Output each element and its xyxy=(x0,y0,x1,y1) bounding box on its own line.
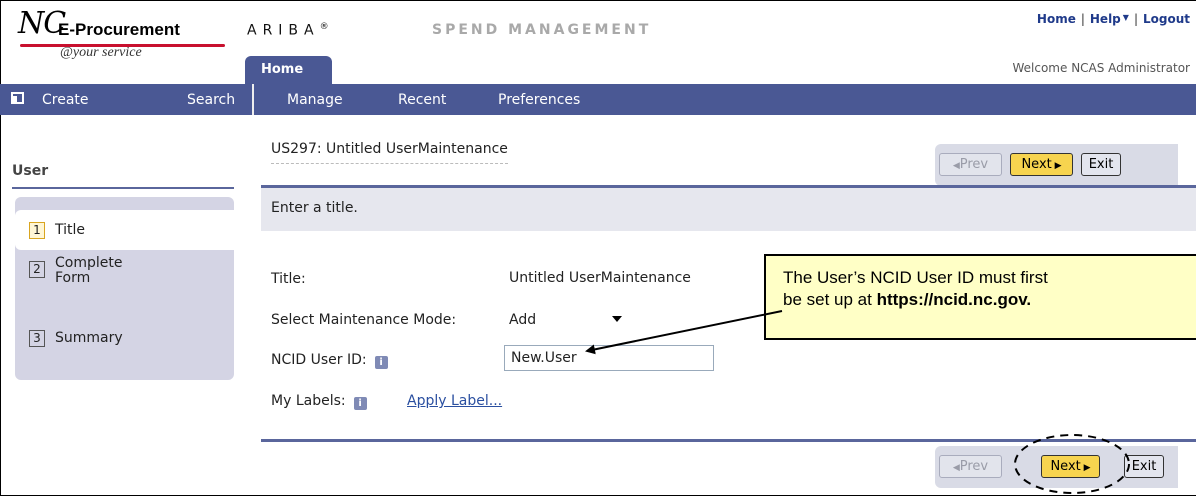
prev-button[interactable]: ◀Prev xyxy=(939,153,1002,176)
next-button[interactable]: Next ▶ xyxy=(1041,455,1100,478)
callout-note: The User’s NCID User ID must first be se… xyxy=(764,254,1196,340)
instruction-text: Enter a title. xyxy=(271,200,358,216)
next-button-label: Next xyxy=(1021,157,1052,172)
exit-button[interactable]: Exit xyxy=(1124,455,1164,478)
help-link[interactable]: Help ▼ xyxy=(1090,12,1129,26)
bottom-button-bar: ◀Prev Next ▶ Exit xyxy=(935,446,1178,488)
step-label-line2: Form xyxy=(55,270,91,286)
instruction-bar: Enter a title. xyxy=(261,188,1196,231)
info-icon[interactable]: i xyxy=(374,356,388,369)
step-label: Summary xyxy=(55,330,123,346)
ncid-user-id-label: NCID User ID: i xyxy=(271,352,388,369)
my-labels-label: My Labels: i xyxy=(271,393,367,410)
my-labels-text: My Labels: xyxy=(271,393,346,409)
prev-button[interactable]: ◀Prev xyxy=(939,455,1002,478)
nc-eprocurement-logo[interactable]: NC E-Procurement @your service xyxy=(18,6,233,62)
product-name: SPEND MANAGEMENT xyxy=(432,22,652,38)
ariba-brand: ARIBA® xyxy=(247,22,329,39)
home-link[interactable]: Home xyxy=(1037,12,1076,26)
nav-bar: Create Search Manage Recent Preferences xyxy=(0,84,1196,115)
next-arrow-icon: ▶ xyxy=(1080,463,1091,473)
maintenance-mode-label: Select Maintenance Mode: xyxy=(271,312,457,328)
chevron-down-icon[interactable] xyxy=(612,316,622,322)
title-field[interactable]: Untitled UserMaintenance xyxy=(509,270,691,286)
title-label: Title: xyxy=(271,271,306,287)
step-title[interactable]: 1 Title xyxy=(15,210,239,250)
prev-button-label: Prev xyxy=(959,459,989,474)
sidebar-title: User xyxy=(12,163,49,179)
logo-tagline: @your service xyxy=(60,45,142,60)
step-label: Complete Form xyxy=(55,256,122,286)
nav-search[interactable]: Search xyxy=(187,92,235,108)
logout-link[interactable]: Logout xyxy=(1143,12,1190,26)
top-links: Home | Help ▼ | Logout xyxy=(1037,12,1190,26)
callout-line2-prefix: be set up at xyxy=(783,290,877,309)
maintenance-mode-select[interactable]: Add xyxy=(509,312,536,328)
info-icon[interactable]: i xyxy=(353,397,367,410)
next-button[interactable]: Next ▶ xyxy=(1010,153,1073,176)
help-caret-icon: ▼ xyxy=(1122,13,1129,22)
step-label: Title xyxy=(55,222,86,238)
prev-arrow-icon: ◀ xyxy=(952,463,960,473)
ncid-user-id-input[interactable]: New.User xyxy=(504,345,714,371)
sidebar-divider xyxy=(12,187,234,189)
nav-divider xyxy=(252,84,254,115)
nav-recent[interactable]: Recent xyxy=(398,92,446,108)
ariba-wordmark: ARIBA xyxy=(247,22,320,39)
prev-button-label: Prev xyxy=(959,157,989,172)
dashboard-icon[interactable] xyxy=(11,92,24,104)
logo-name: E-Procurement xyxy=(58,20,180,39)
step-number: 1 xyxy=(29,222,45,239)
step-number: 2 xyxy=(29,261,45,278)
apply-label-link[interactable]: Apply Label... xyxy=(407,393,502,409)
document-title[interactable]: US297: Untitled UserMaintenance xyxy=(271,141,508,164)
welcome-message: Welcome NCAS Administrator xyxy=(1012,61,1190,75)
step-label-line1: Complete xyxy=(55,255,123,271)
nav-manage[interactable]: Manage xyxy=(287,92,343,108)
prev-arrow-icon: ◀ xyxy=(952,161,960,171)
link-separator: | xyxy=(1133,12,1138,26)
step-number: 3 xyxy=(29,330,45,347)
content-divider-bottom xyxy=(261,439,1196,442)
ncid-label-text: NCID User ID: xyxy=(271,352,367,368)
help-link-label: Help xyxy=(1089,12,1121,26)
callout-line1: The User’s NCID User ID must first xyxy=(783,268,1048,287)
nav-create[interactable]: Create xyxy=(42,92,89,108)
next-button-label: Next xyxy=(1050,459,1081,474)
exit-button[interactable]: Exit xyxy=(1081,153,1121,176)
link-separator: | xyxy=(1080,12,1085,26)
ariba-registered-mark: ® xyxy=(319,22,329,32)
next-arrow-icon: ▶ xyxy=(1051,161,1062,171)
tab-home[interactable]: Home xyxy=(245,56,332,84)
top-button-bar: ◀Prev Next ▶ Exit xyxy=(935,144,1178,186)
callout-ncid-url: https://ncid.nc.gov. xyxy=(876,290,1032,309)
nav-preferences[interactable]: Preferences xyxy=(498,92,580,108)
